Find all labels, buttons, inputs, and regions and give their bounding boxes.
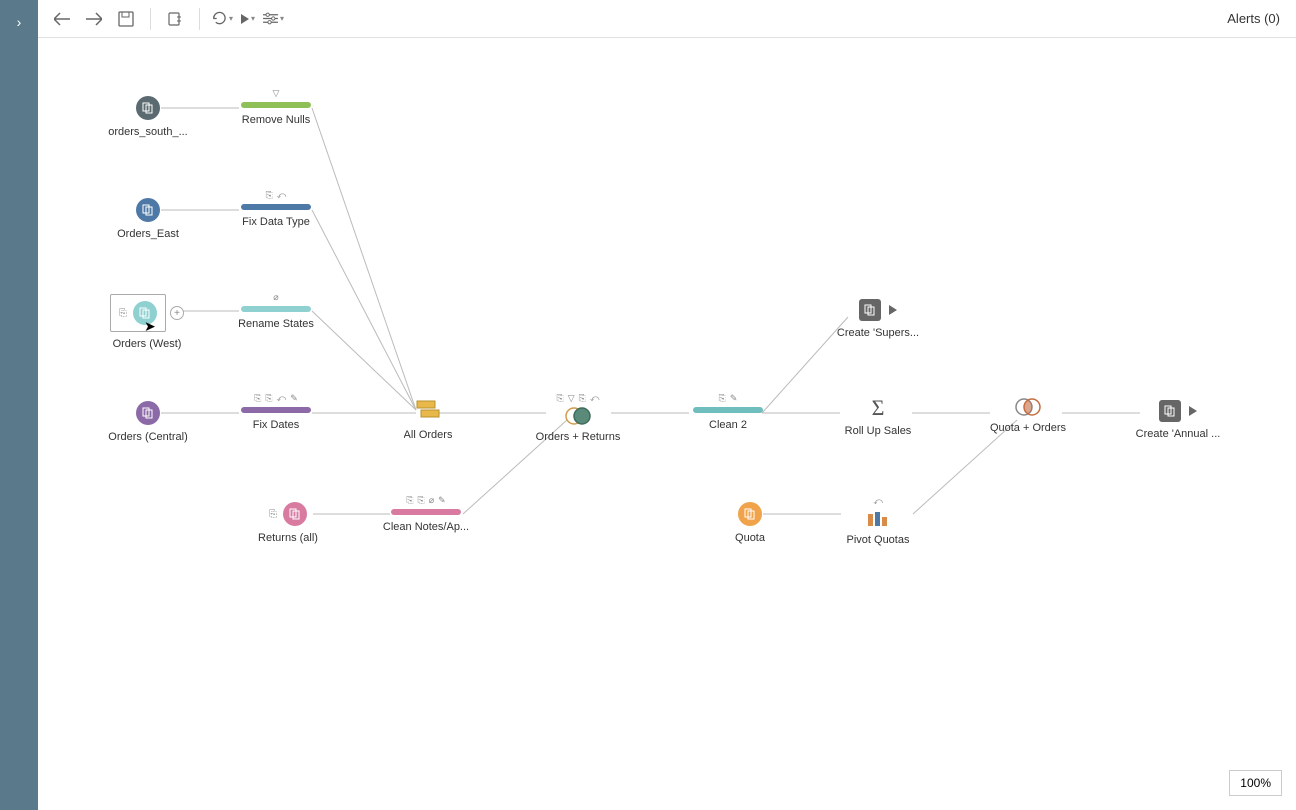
node-create-supers[interactable]: Create 'Supers... bbox=[818, 299, 938, 339]
node-label: Clean 2 bbox=[709, 419, 747, 431]
datasource-icon bbox=[738, 502, 762, 526]
node-label: Rename States bbox=[238, 318, 314, 330]
node-quota-orders[interactable]: Quota + Orders bbox=[968, 398, 1088, 434]
node-label: Clean Notes/Ap... bbox=[383, 521, 469, 533]
node-label: Create 'Supers... bbox=[837, 327, 919, 339]
expand-sidebar-icon[interactable]: › bbox=[17, 14, 22, 810]
node-label: All Orders bbox=[404, 429, 453, 441]
back-button[interactable] bbox=[48, 5, 76, 33]
step-ops-icon: ⎘ bbox=[119, 308, 127, 319]
step-ops-icons: ⎘⎘⌀✎ bbox=[406, 495, 445, 506]
node-label: Returns (all) bbox=[258, 532, 318, 544]
pivot-icon bbox=[866, 510, 890, 528]
node-label: Quota + Orders bbox=[990, 422, 1066, 434]
node-fix-dates[interactable]: ⎘⎘⤺✎ Fix Dates bbox=[216, 393, 336, 431]
output-icon bbox=[859, 299, 881, 321]
step-ops-icons: ⎘✎ bbox=[719, 393, 738, 404]
sidebar-rail[interactable]: › bbox=[0, 0, 38, 810]
step-ops-icons: ⎘⎘⤺✎ bbox=[254, 393, 298, 404]
forward-button[interactable] bbox=[80, 5, 108, 33]
node-label: Fix Dates bbox=[253, 419, 299, 431]
toolbar-divider bbox=[199, 8, 200, 30]
node-roll-up-sales[interactable]: Σ Roll Up Sales bbox=[818, 397, 938, 437]
node-label: Pivot Quotas bbox=[847, 534, 910, 546]
alerts-button[interactable]: Alerts (0) bbox=[1221, 11, 1286, 26]
run-dropdown[interactable]: ▾ bbox=[239, 5, 257, 33]
flow-canvas[interactable]: orders_south_... ▽ Remove Nulls Orders_E… bbox=[38, 38, 1296, 810]
node-label: Create 'Annual ... bbox=[1136, 428, 1221, 440]
selected-node-frame: ⎘ bbox=[110, 294, 166, 332]
datasource-icon bbox=[136, 96, 160, 120]
step-bar bbox=[241, 102, 311, 108]
join-icon bbox=[1013, 398, 1043, 416]
join-icon bbox=[563, 407, 593, 425]
run-output-icon[interactable] bbox=[889, 305, 897, 315]
toolbar: ▾ ▾ ▾ Alerts (0) bbox=[38, 0, 1296, 38]
step-bar bbox=[693, 407, 763, 413]
node-create-annual[interactable]: Create 'Annual ... bbox=[1118, 400, 1238, 440]
step-bar bbox=[241, 306, 311, 312]
run-output-icon[interactable] bbox=[1189, 406, 1197, 416]
node-pivot-quotas[interactable]: ⤺ Pivot Quotas bbox=[818, 496, 938, 546]
step-bar bbox=[241, 204, 311, 210]
node-quota[interactable]: Quota bbox=[690, 502, 810, 544]
output-icon bbox=[1159, 400, 1181, 422]
save-button[interactable] bbox=[112, 5, 140, 33]
step-ops-icons: ⎘▽⎘⤺ bbox=[557, 393, 600, 404]
node-orders-returns[interactable]: ⎘▽⎘⤺ Orders + Returns bbox=[518, 393, 638, 443]
node-label: Quota bbox=[735, 532, 765, 544]
zoom-indicator[interactable]: 100% bbox=[1229, 770, 1282, 796]
datasource-icon bbox=[136, 401, 160, 425]
node-clean-notes[interactable]: ⎘⎘⌀✎ Clean Notes/Ap... bbox=[366, 495, 486, 533]
node-rename-states[interactable]: ⌀ Rename States bbox=[216, 292, 336, 330]
step-ops-icons: ⌀ bbox=[273, 292, 278, 303]
node-label: Orders (Central) bbox=[108, 431, 187, 443]
step-bar bbox=[241, 407, 311, 413]
node-label: orders_south_... bbox=[108, 126, 188, 138]
union-icon bbox=[415, 399, 441, 423]
data-connection-button[interactable] bbox=[161, 5, 189, 33]
step-ops-icons: ⤺ bbox=[873, 496, 883, 507]
datasource-icon bbox=[133, 301, 157, 325]
node-fix-data-type[interactable]: ⎘⤺ Fix Data Type bbox=[216, 190, 336, 228]
node-orders-east[interactable]: Orders_East bbox=[88, 198, 208, 240]
add-step-button[interactable]: + bbox=[170, 306, 184, 320]
node-label: Orders (West) bbox=[113, 338, 182, 350]
node-label: Fix Data Type bbox=[242, 216, 310, 228]
datasource-icon bbox=[283, 502, 307, 526]
node-label: Orders_East bbox=[117, 228, 179, 240]
node-all-orders[interactable]: All Orders bbox=[368, 399, 488, 441]
node-returns-all[interactable]: ⎘ Returns (all) bbox=[228, 502, 348, 544]
step-bar bbox=[391, 509, 461, 515]
node-label: Roll Up Sales bbox=[845, 425, 912, 437]
step-ops-icon: ⎘ bbox=[269, 509, 277, 520]
node-orders-west[interactable]: ⎘ + Orders (West) ➤ bbox=[72, 294, 222, 350]
datasource-icon bbox=[136, 198, 160, 222]
node-label: Remove Nulls bbox=[242, 114, 310, 126]
node-clean-2[interactable]: ⎘✎ Clean 2 bbox=[668, 393, 788, 431]
node-orders-south[interactable]: orders_south_... bbox=[88, 96, 208, 138]
node-remove-nulls[interactable]: ▽ Remove Nulls bbox=[216, 88, 336, 126]
aggregate-icon: Σ bbox=[872, 397, 885, 419]
settings-dropdown[interactable]: ▾ bbox=[261, 5, 286, 33]
node-label: Orders + Returns bbox=[536, 431, 621, 443]
node-orders-central[interactable]: Orders (Central) bbox=[88, 401, 208, 443]
step-ops-icons: ⎘⤺ bbox=[266, 190, 287, 201]
refresh-dropdown[interactable]: ▾ bbox=[210, 5, 235, 33]
step-ops-icons: ▽ bbox=[273, 88, 280, 99]
toolbar-divider bbox=[150, 8, 151, 30]
